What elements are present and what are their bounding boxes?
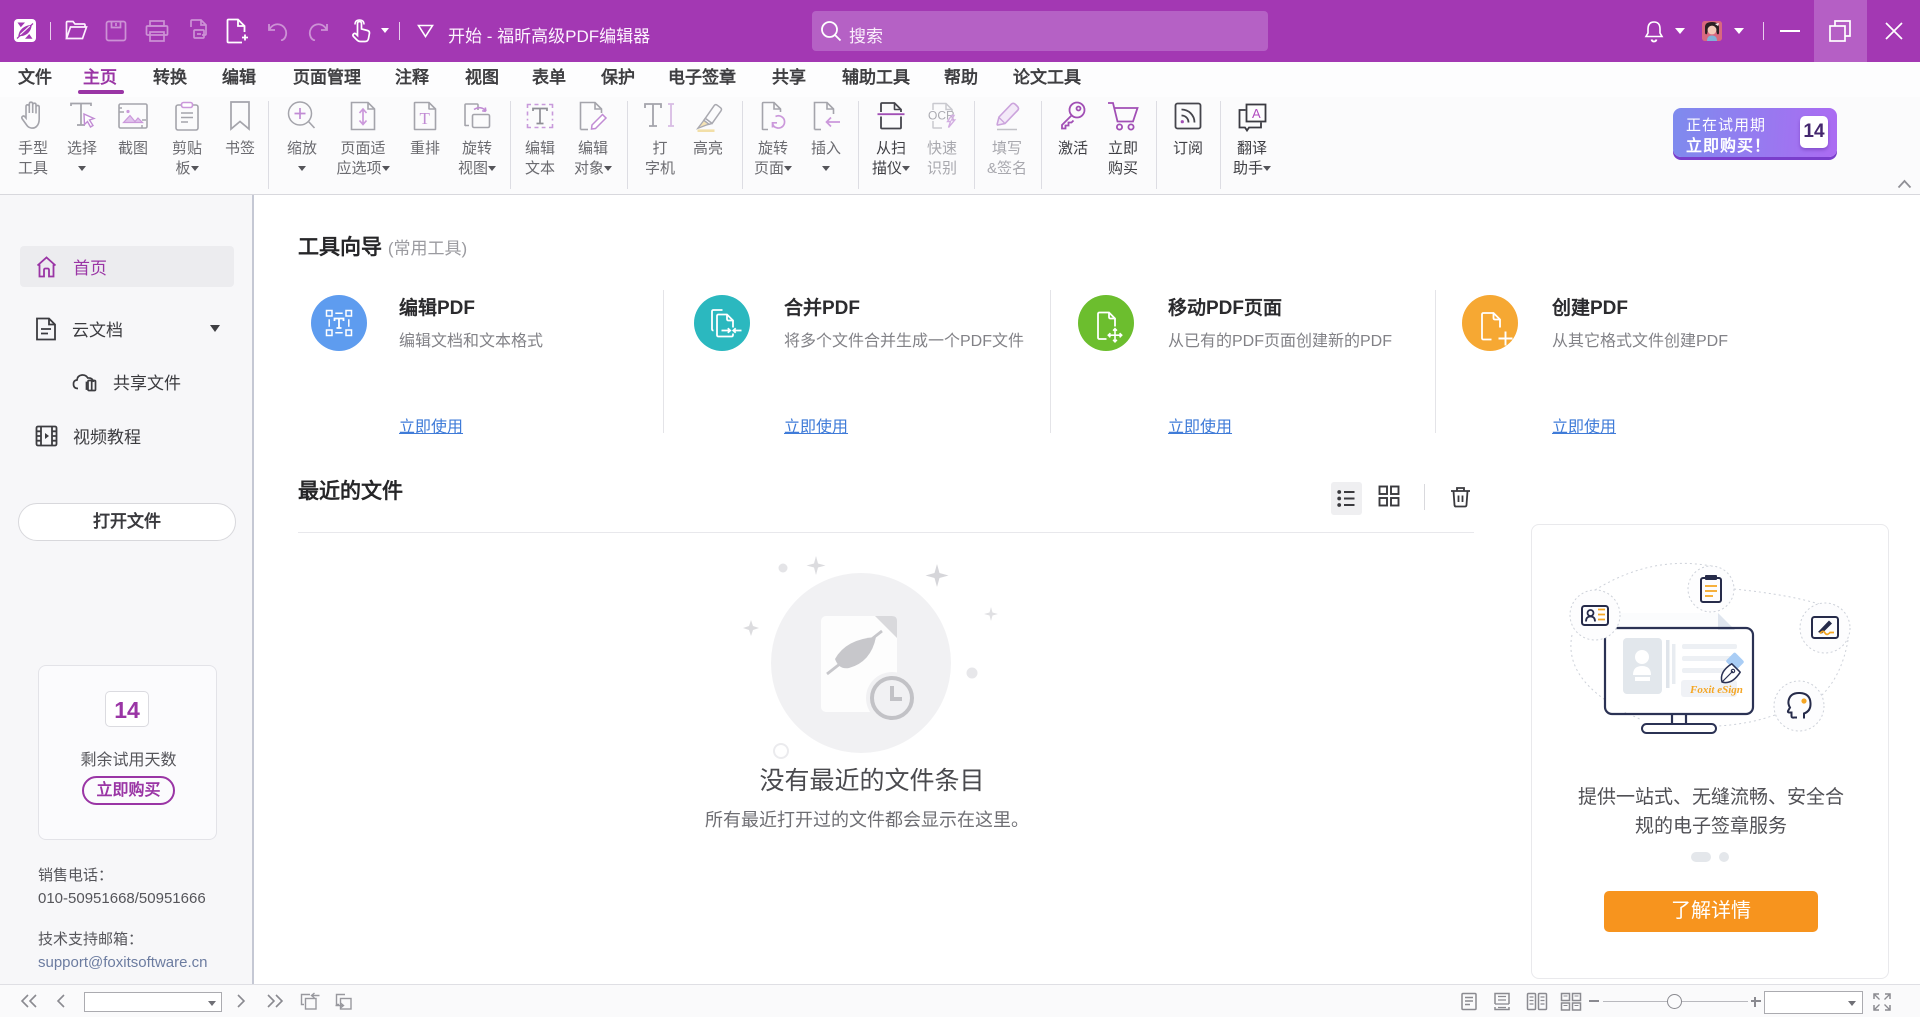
svg-text:T: T bbox=[420, 109, 431, 128]
svg-text:A: A bbox=[1252, 106, 1261, 121]
svg-text:Foxit eSign: Foxit eSign bbox=[1689, 684, 1743, 696]
